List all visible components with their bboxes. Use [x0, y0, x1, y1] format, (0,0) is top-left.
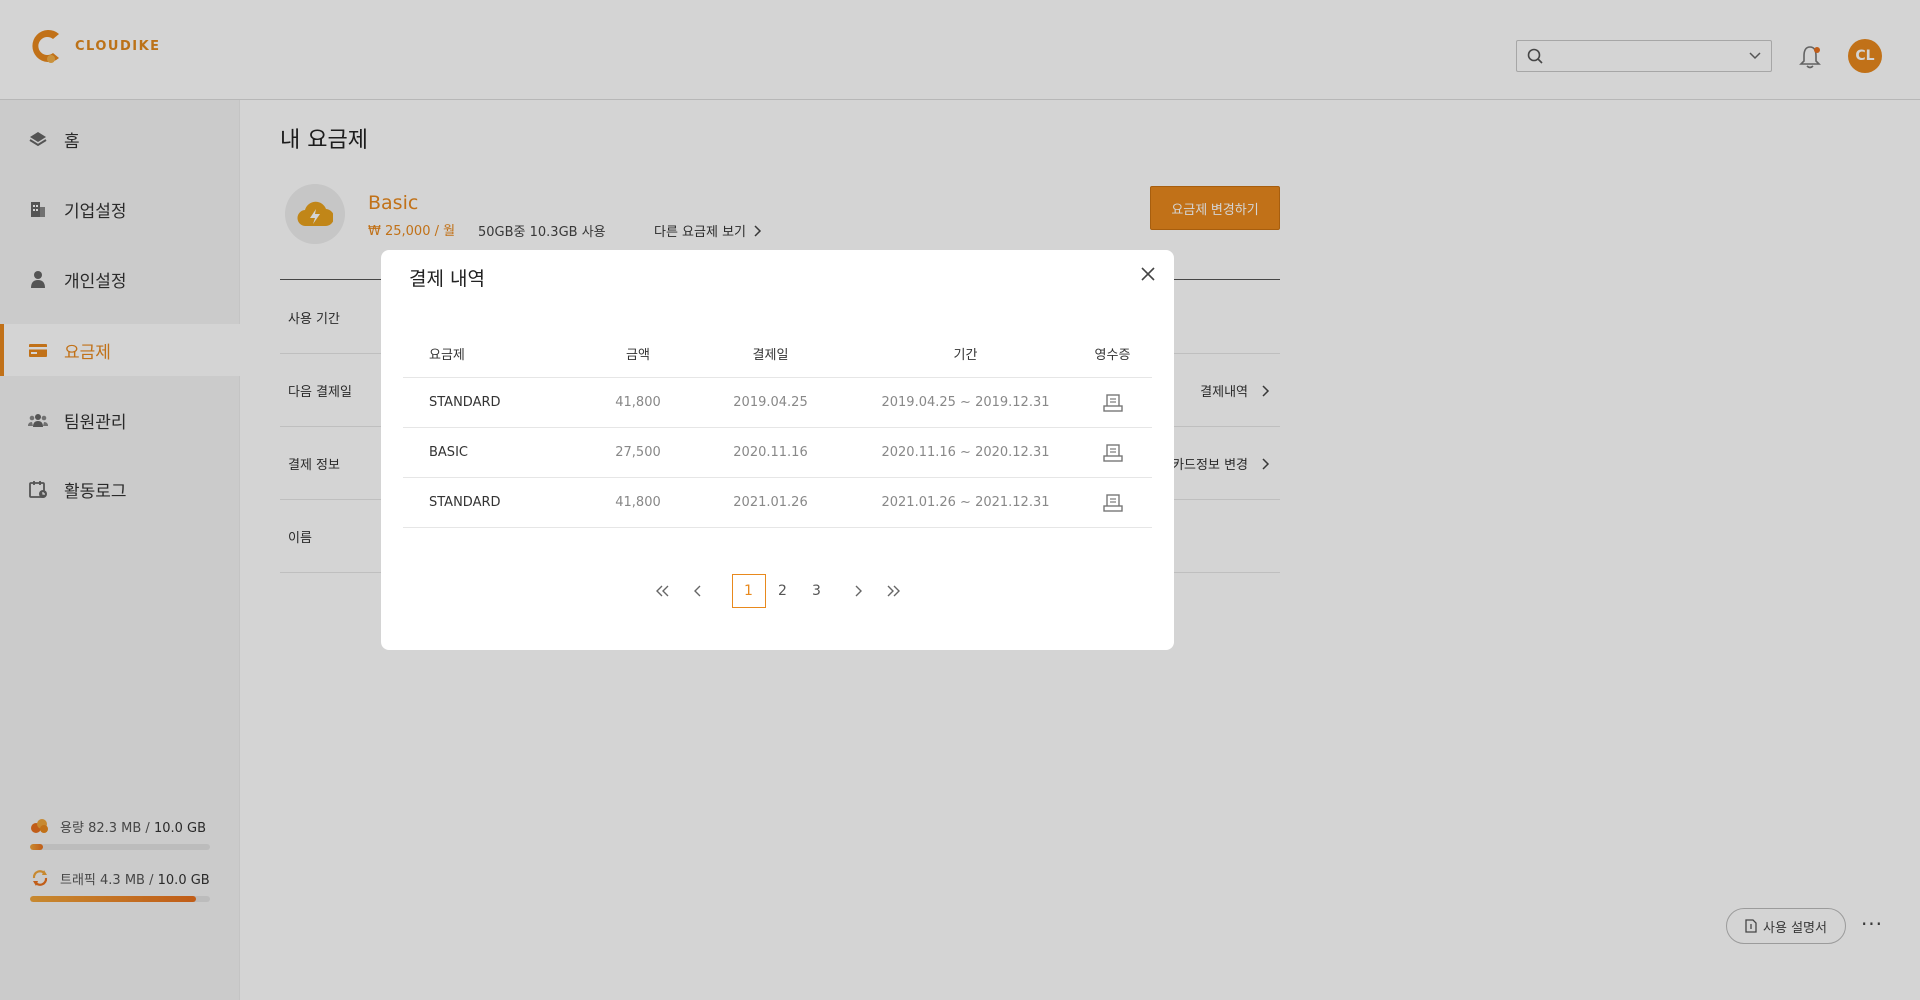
chevrons-left-icon — [655, 585, 668, 597]
column-header-amount: 금액 — [626, 348, 650, 363]
receipt-icon[interactable] — [1102, 443, 1123, 463]
page-3-button[interactable]: 3 — [800, 574, 834, 608]
table-header: 요금제 금액 결제일 기간 영수증 — [403, 330, 1152, 378]
chevron-left-icon — [693, 585, 700, 597]
close-icon — [1141, 267, 1155, 281]
first-page-button[interactable] — [646, 574, 680, 608]
payment-history-modal: 결제 내역 요금제 금액 결제일 기간 영수증 STANDARD 41,800 … — [381, 250, 1174, 650]
cell-period: 2019.04.25 ~ 2019.12.31 — [881, 395, 1050, 410]
column-header-receipt: 영수증 — [1094, 348, 1131, 363]
column-header-period: 기간 — [953, 348, 978, 363]
receipt-icon[interactable] — [1102, 493, 1123, 513]
column-header-date: 결제일 — [752, 348, 789, 363]
cell-amount: 41,800 — [615, 395, 661, 410]
chevrons-right-icon — [887, 585, 900, 597]
payment-history-table: 요금제 금액 결제일 기간 영수증 STANDARD 41,800 2019.0… — [403, 330, 1152, 528]
table-row: BASIC 27,500 2020.11.16 2020.11.16 ~ 202… — [403, 428, 1152, 478]
column-header-plan: 요금제 — [429, 348, 465, 363]
prev-page-button[interactable] — [680, 574, 714, 608]
cell-date: 2020.11.16 — [733, 445, 808, 460]
chevron-right-icon — [855, 585, 862, 597]
page-2-button[interactable]: 2 — [766, 574, 800, 608]
cell-plan: STANDARD — [429, 495, 501, 510]
cell-amount: 27,500 — [615, 445, 661, 460]
last-page-button[interactable] — [876, 574, 910, 608]
cell-date: 2021.01.26 — [733, 495, 808, 510]
pagination: 1 2 3 — [381, 574, 1174, 608]
next-page-button[interactable] — [842, 574, 876, 608]
cell-amount: 41,800 — [615, 495, 661, 510]
table-row: STANDARD 41,800 2019.04.25 2019.04.25 ~ … — [403, 378, 1152, 428]
table-row: STANDARD 41,800 2021.01.26 2021.01.26 ~ … — [403, 478, 1152, 528]
modal-title: 결제 내역 — [409, 268, 485, 290]
cell-period: 2020.11.16 ~ 2020.12.31 — [881, 445, 1050, 460]
cell-plan: BASIC — [429, 445, 468, 460]
cell-plan: STANDARD — [429, 395, 501, 410]
receipt-icon[interactable] — [1102, 393, 1123, 413]
cell-date: 2019.04.25 — [733, 395, 808, 410]
page-1-button[interactable]: 1 — [731, 574, 766, 608]
close-button[interactable] — [1136, 262, 1160, 286]
cell-period: 2021.01.26 ~ 2021.12.31 — [881, 495, 1050, 510]
